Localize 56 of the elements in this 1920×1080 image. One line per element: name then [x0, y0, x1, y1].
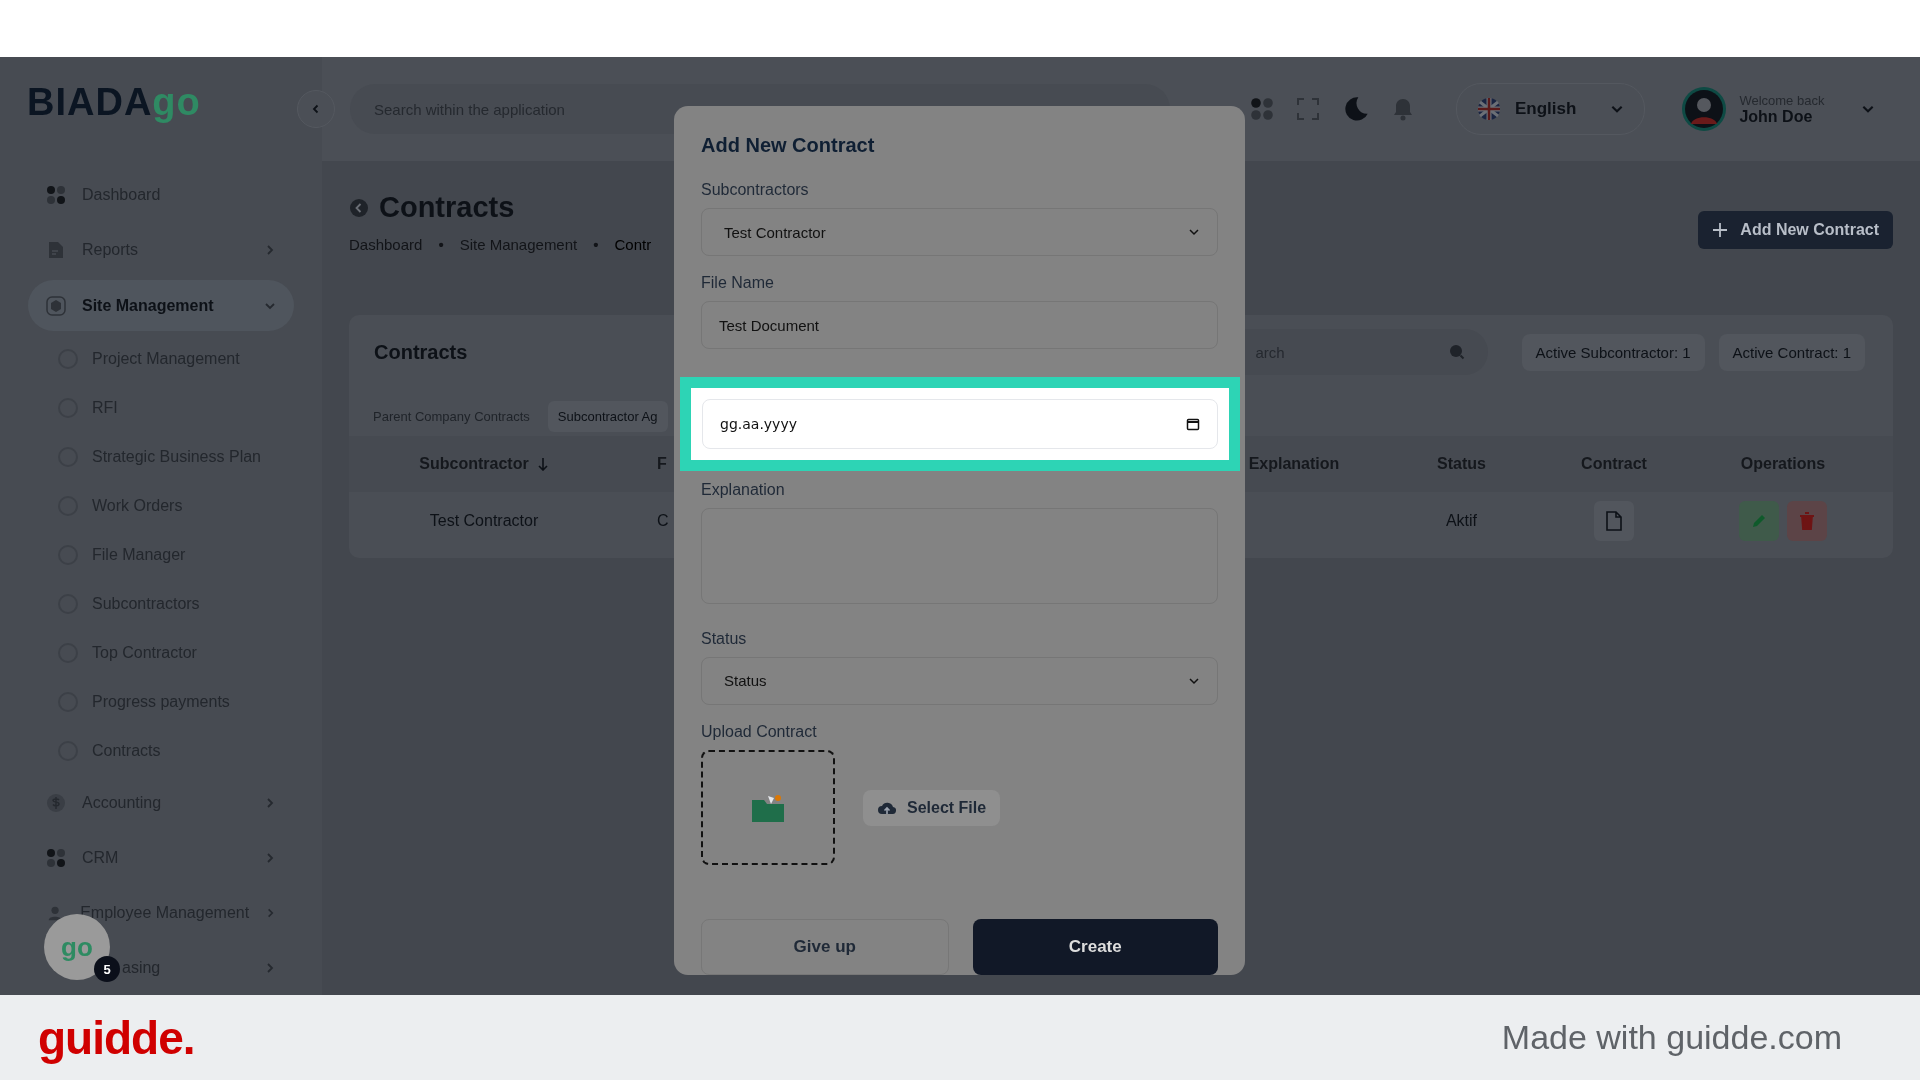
table-cell-text: C — [656, 512, 670, 530]
create-button[interactable]: Create — [972, 919, 1218, 975]
delete-button[interactable] — [1787, 501, 1827, 541]
count-badge: Active Contract: 1 — [1718, 333, 1865, 371]
table-cell-text: Test Contractor — [428, 512, 540, 530]
date-field[interactable]: gg.aa.yyyy — [702, 399, 1218, 450]
document-icon — [46, 239, 66, 260]
field-label: File Name — [701, 274, 774, 292]
language-selector[interactable]: English — [1456, 83, 1646, 135]
table-cell-text: Aktif — [1444, 512, 1479, 530]
page-title: Contracts — [379, 191, 515, 224]
tab[interactable]: Subcontractor Ag — [547, 401, 668, 432]
cube-icon — [46, 295, 66, 316]
calendar-icon[interactable] — [1186, 417, 1200, 432]
trash-icon — [1799, 512, 1815, 530]
grid-icon — [46, 847, 66, 868]
sidebar-item[interactable]: Site Management — [28, 280, 294, 331]
apps-icon[interactable] — [1250, 97, 1274, 121]
breadcrumb[interactable]: Contr — [614, 236, 652, 253]
logo: BIADAgo — [27, 81, 201, 125]
chevron-down-icon — [1188, 226, 1200, 238]
field-label: Status — [701, 630, 747, 648]
plus-icon — [1712, 222, 1729, 238]
field-label: Upload Contract — [701, 723, 817, 741]
search-icon — [1447, 343, 1466, 361]
select-file-button[interactable]: Select File — [863, 789, 1001, 826]
upload-dropzone[interactable] — [701, 750, 835, 865]
back-icon[interactable] — [349, 197, 369, 218]
subcontractor-select[interactable]: Test Contractor — [701, 208, 1218, 256]
fullscreen-icon[interactable] — [1296, 97, 1320, 121]
document-button[interactable] — [1594, 501, 1634, 541]
user-name: John Doe — [1739, 107, 1814, 126]
moon-icon[interactable] — [1342, 95, 1370, 123]
credit-text: Made with guidde.com — [1501, 1018, 1842, 1057]
file-name-field[interactable]: Test Document — [701, 301, 1218, 350]
chevron-down-icon — [1188, 675, 1200, 687]
brand-logo: guidde. — [38, 1010, 195, 1065]
avatar[interactable] — [1681, 86, 1728, 132]
breadcrumb-separator: • — [438, 236, 444, 253]
cancel-button[interactable]: Give up — [701, 919, 949, 975]
chevron-left-icon — [311, 104, 321, 114]
flag-icon — [1477, 97, 1501, 121]
field-label: Explanation — [701, 481, 785, 500]
pencil-icon — [1751, 513, 1767, 529]
card-title: Contracts — [374, 340, 468, 364]
grid-icon — [46, 184, 66, 205]
add-contract-button[interactable]: Add New Contract — [1698, 211, 1893, 249]
dollar-icon — [46, 792, 66, 813]
status-select[interactable]: Status — [701, 657, 1218, 705]
count-badge: Active Subcontractor: 1 — [1521, 333, 1705, 371]
bell-icon[interactable] — [1392, 97, 1414, 121]
sort-icon[interactable] — [536, 457, 549, 471]
document-icon — [1605, 511, 1623, 531]
modal-title: Add New Contract — [701, 134, 876, 157]
field-label: Subcontractors — [701, 181, 809, 199]
breadcrumb-separator: • — [593, 236, 599, 253]
